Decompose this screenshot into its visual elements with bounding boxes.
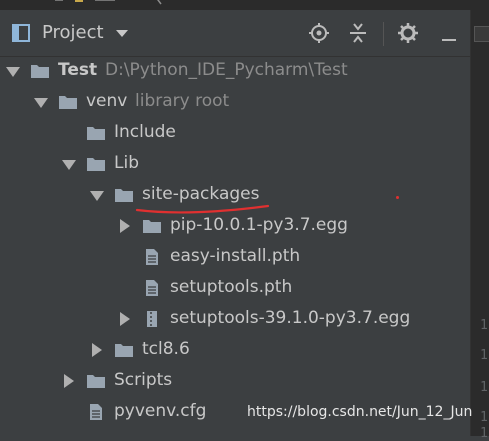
red-underline-annotation bbox=[135, 204, 270, 214]
red-dot-annotation bbox=[396, 196, 399, 199]
watermark-text: https://blog.csdn.net/Jun_12_Jun bbox=[247, 404, 473, 420]
